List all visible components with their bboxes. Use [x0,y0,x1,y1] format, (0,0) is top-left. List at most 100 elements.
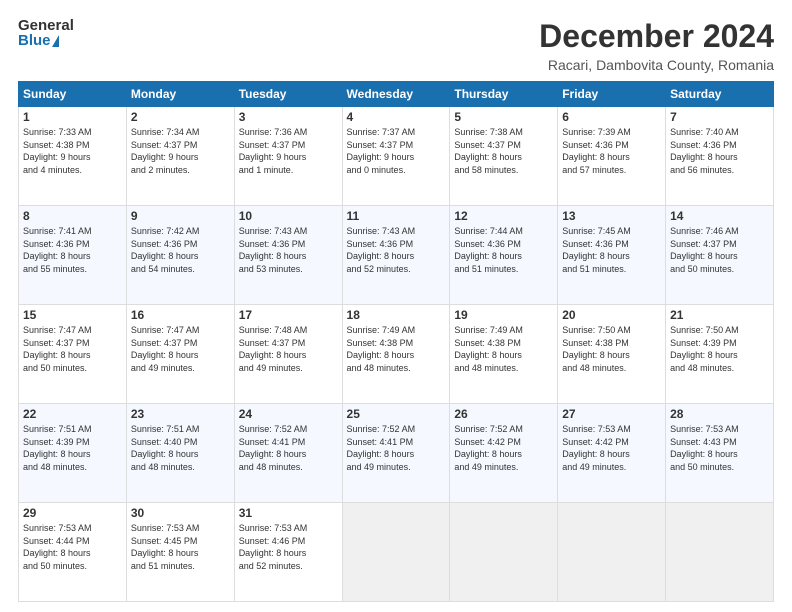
day-info: Sunrise: 7:45 AMSunset: 4:36 PMDaylight:… [562,225,661,275]
table-row: 24 Sunrise: 7:52 AMSunset: 4:41 PMDayligh… [234,404,342,503]
table-row: 18 Sunrise: 7:49 AMSunset: 4:38 PMDayligh… [342,305,450,404]
day-number: 13 [562,209,661,223]
table-row: 17Sunrise: 7:48 AMSunset: 4:37 PMDayligh… [234,305,342,404]
day-info: Sunrise: 7:37 AMSunset: 4:37 PMDaylight:… [347,126,446,176]
table-row: 19Sunrise: 7:49 AMSunset: 4:38 PMDayligh… [450,305,558,404]
header-sunday: Sunday [19,82,127,107]
day-info: Sunrise: 7:33 AMSunset: 4:38 PMDaylight:… [23,126,122,176]
day-number: 19 [454,308,553,322]
day-number: 22 [23,407,122,421]
header: General Blue December 2024 Racari, Dambo… [18,18,774,73]
header-thursday: Thursday [450,82,558,107]
day-number: 12 [454,209,553,223]
table-row: 28Sunrise: 7:53 AMSunset: 4:43 PMDayligh… [666,404,774,503]
calendar-week-row: 15 Sunrise: 7:47 AMSunset: 4:37 PMDayligh… [19,305,774,404]
day-number: 31 [239,506,338,520]
subtitle: Racari, Dambovita County, Romania [539,57,774,73]
table-row: 26 Sunrise: 7:52 AMSunset: 4:42 PMDayligh… [450,404,558,503]
day-info: Sunrise: 7:53 AMSunset: 4:46 PMDaylight:… [239,522,338,572]
table-row: 7 Sunrise: 7:40 AMSunset: 4:36 PMDaylight… [666,107,774,206]
day-number: 1 [23,110,122,124]
day-info: Sunrise: 7:41 AMSunset: 4:36 PMDaylight:… [23,225,122,275]
day-number: 4 [347,110,446,124]
day-number: 18 [347,308,446,322]
day-info: Sunrise: 7:47 AMSunset: 4:37 PMDaylight:… [131,324,230,374]
table-row: 2Sunrise: 7:34 AMSunset: 4:37 PMDaylight… [126,107,234,206]
table-row: 20 Sunrise: 7:50 AMSunset: 4:38 PMDayligh… [558,305,666,404]
table-row: 15 Sunrise: 7:47 AMSunset: 4:37 PMDayligh… [19,305,127,404]
day-number: 16 [131,308,230,322]
day-info: Sunrise: 7:51 AMSunset: 4:40 PMDaylight:… [131,423,230,473]
day-number: 24 [239,407,338,421]
day-number: 8 [23,209,122,223]
table-row: 29 Sunrise: 7:53 AMSunset: 4:44 PMDayligh… [19,503,127,602]
day-number: 20 [562,308,661,322]
table-row: 30 Sunrise: 7:53 AMSunset: 4:45 PMDayligh… [126,503,234,602]
table-row [558,503,666,602]
day-info: Sunrise: 7:53 AMSunset: 4:45 PMDaylight:… [131,522,230,572]
day-info: Sunrise: 7:52 AMSunset: 4:41 PMDaylight:… [239,423,338,473]
table-row: 16 Sunrise: 7:47 AMSunset: 4:37 PMDayligh… [126,305,234,404]
page: General Blue December 2024 Racari, Dambo… [0,0,792,612]
day-number: 6 [562,110,661,124]
table-row: 11Sunrise: 7:43 AMSunset: 4:36 PMDayligh… [342,206,450,305]
table-row: 1 Sunrise: 7:33 AMSunset: 4:38 PMDaylight… [19,107,127,206]
table-row: 12Sunrise: 7:44 AMSunset: 4:36 PMDayligh… [450,206,558,305]
day-info: Sunrise: 7:50 AMSunset: 4:39 PMDaylight:… [670,324,769,374]
calendar-week-row: 1 Sunrise: 7:33 AMSunset: 4:38 PMDaylight… [19,107,774,206]
logo-triangle-icon [52,35,59,47]
title-section: December 2024 Racari, Dambovita County, … [539,18,774,73]
table-row: 27Sunrise: 7:53 AMSunset: 4:42 PMDayligh… [558,404,666,503]
header-saturday: Saturday [666,82,774,107]
day-info: Sunrise: 7:52 AMSunset: 4:41 PMDaylight:… [347,423,446,473]
day-info: Sunrise: 7:40 AMSunset: 4:36 PMDaylight:… [670,126,769,176]
day-number: 10 [239,209,338,223]
logo: General Blue [18,18,70,62]
table-row: 4 Sunrise: 7:37 AMSunset: 4:37 PMDaylight… [342,107,450,206]
table-row: 31 Sunrise: 7:53 AMSunset: 4:46 PMDayligh… [234,503,342,602]
table-row: 25 Sunrise: 7:52 AMSunset: 4:41 PMDayligh… [342,404,450,503]
table-row: 9 Sunrise: 7:42 AMSunset: 4:36 PMDaylight… [126,206,234,305]
table-row: 21 Sunrise: 7:50 AMSunset: 4:39 PMDayligh… [666,305,774,404]
day-info: Sunrise: 7:51 AMSunset: 4:39 PMDaylight:… [23,423,122,473]
day-info: Sunrise: 7:42 AMSunset: 4:36 PMDaylight:… [131,225,230,275]
header-wednesday: Wednesday [342,82,450,107]
table-row: 14 Sunrise: 7:46 AMSunset: 4:37 PMDayligh… [666,206,774,305]
day-number: 7 [670,110,769,124]
table-row: 5Sunrise: 7:38 AMSunset: 4:37 PMDaylight… [450,107,558,206]
calendar-week-row: 29 Sunrise: 7:53 AMSunset: 4:44 PMDayligh… [19,503,774,602]
table-row: 22 Sunrise: 7:51 AMSunset: 4:39 PMDayligh… [19,404,127,503]
main-title: December 2024 [539,18,774,55]
logo-line1: General [18,18,70,33]
table-row: 10Sunrise: 7:43 AMSunset: 4:36 PMDayligh… [234,206,342,305]
calendar-table: Sunday Monday Tuesday Wednesday Thursday… [18,81,774,602]
day-info: Sunrise: 7:48 AMSunset: 4:37 PMDaylight:… [239,324,338,374]
day-info: Sunrise: 7:50 AMSunset: 4:38 PMDaylight:… [562,324,661,374]
day-number: 3 [239,110,338,124]
day-number: 27 [562,407,661,421]
header-monday: Monday [126,82,234,107]
day-info: Sunrise: 7:52 AMSunset: 4:42 PMDaylight:… [454,423,553,473]
day-number: 29 [23,506,122,520]
day-info: Sunrise: 7:53 AMSunset: 4:43 PMDaylight:… [670,423,769,473]
day-number: 23 [131,407,230,421]
day-info: Sunrise: 7:47 AMSunset: 4:37 PMDaylight:… [23,324,122,374]
day-number: 15 [23,308,122,322]
day-info: Sunrise: 7:49 AMSunset: 4:38 PMDaylight:… [347,324,446,374]
day-info: Sunrise: 7:39 AMSunset: 4:36 PMDaylight:… [562,126,661,176]
day-number: 26 [454,407,553,421]
day-info: Sunrise: 7:43 AMSunset: 4:36 PMDaylight:… [347,225,446,275]
day-number: 25 [347,407,446,421]
table-row: 23 Sunrise: 7:51 AMSunset: 4:40 PMDayligh… [126,404,234,503]
table-row: 3Sunrise: 7:36 AMSunset: 4:37 PMDaylight… [234,107,342,206]
day-number: 30 [131,506,230,520]
table-row [342,503,450,602]
day-number: 9 [131,209,230,223]
day-info: Sunrise: 7:38 AMSunset: 4:37 PMDaylight:… [454,126,553,176]
day-info: Sunrise: 7:34 AMSunset: 4:37 PMDaylight:… [131,126,230,176]
day-number: 14 [670,209,769,223]
calendar-header-row: Sunday Monday Tuesday Wednesday Thursday… [19,82,774,107]
day-number: 21 [670,308,769,322]
day-info: Sunrise: 7:53 AMSunset: 4:44 PMDaylight:… [23,522,122,572]
day-info: Sunrise: 7:46 AMSunset: 4:37 PMDaylight:… [670,225,769,275]
